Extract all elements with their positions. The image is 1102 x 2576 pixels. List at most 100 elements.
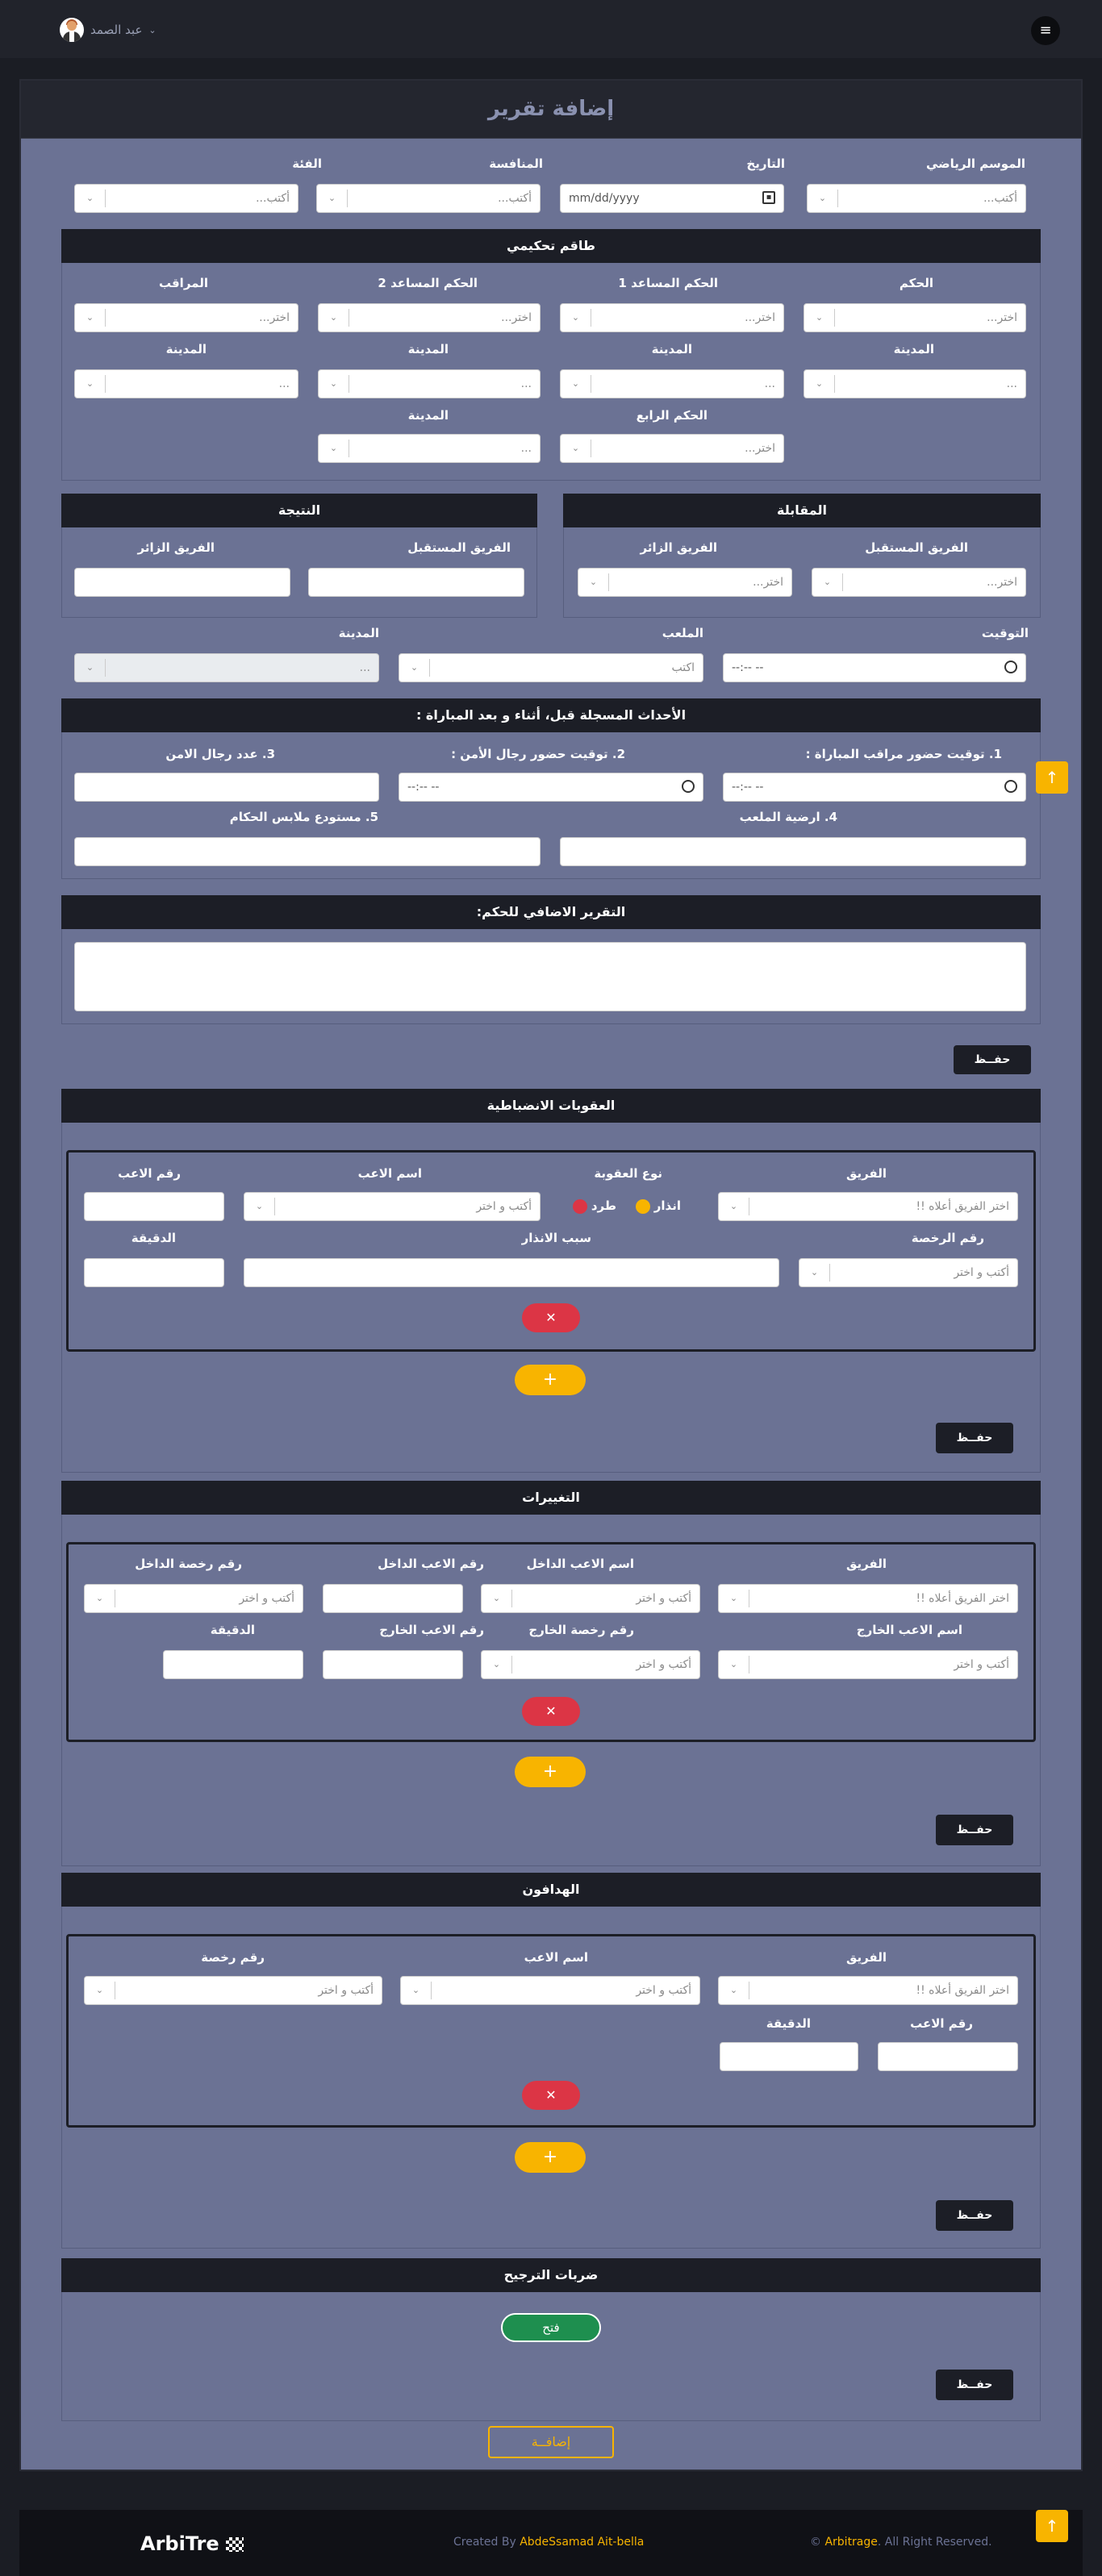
match-title: المقابلة <box>563 494 1041 527</box>
match-away-label: الفريق الزائر <box>640 540 718 555</box>
scroll-top-button[interactable]: ↑ <box>1036 761 1068 794</box>
scorer-player-name-label: اسم الاعب <box>524 1950 588 1965</box>
fourth-referee-select[interactable]: ⌄ اختر... <box>560 434 784 463</box>
user-menu[interactable]: ⌄ عبد الصمد <box>60 18 157 42</box>
fourth-city-select[interactable]: ⌄... <box>318 434 541 463</box>
save-button[interactable]: حفــظ <box>954 1045 1031 1074</box>
competition-label: المنافسة <box>489 156 543 171</box>
sub-minute-input[interactable] <box>163 1650 303 1679</box>
discipline-minute-input[interactable] <box>84 1258 224 1287</box>
chevron-down-icon: ⌄ <box>808 190 838 207</box>
discipline-reason-input[interactable] <box>244 1258 779 1287</box>
add-discipline-button[interactable]: + <box>515 1365 586 1395</box>
category-select[interactable]: ⌄ أكتب... <box>74 184 298 213</box>
open-penalties-button[interactable]: فتح <box>501 2313 601 2342</box>
remove-sub-button[interactable]: ✕ <box>522 1697 580 1726</box>
chevron-down-icon: ⌄ <box>719 1198 749 1215</box>
add-scorer-button[interactable]: + <box>515 2142 586 2173</box>
scorer-player-num-input[interactable] <box>878 2042 1018 2071</box>
referee-select[interactable]: ⌄ اختر... <box>804 303 1026 332</box>
remove-scorer-button[interactable]: ✕ <box>522 2081 580 2110</box>
season-select[interactable]: ⌄ أكتب... <box>807 184 1026 213</box>
sub-in-name-select[interactable]: ⌄ أكتب و اختر <box>481 1584 700 1613</box>
fourth-referee-label: الحكم الرابع <box>636 408 708 423</box>
observer-city-label: المدينة <box>165 342 207 356</box>
assistant2-city-select[interactable]: ⌄... <box>318 369 541 398</box>
locker-room-input[interactable] <box>74 837 541 866</box>
chevron-down-icon: ⌄ <box>75 659 106 677</box>
penalties-title: ضربات الترجيح <box>61 2258 1041 2292</box>
checkered-flag-icon <box>226 2537 244 2552</box>
result-away-input[interactable] <box>74 568 290 597</box>
result-home-input[interactable] <box>308 568 524 597</box>
page-title: إضافة تقرير <box>487 97 615 121</box>
observer-city-select[interactable]: ⌄... <box>74 369 298 398</box>
security-arrival-input[interactable]: --:-- -- <box>399 773 703 802</box>
discipline-player-name-select[interactable]: ⌄ أكتب و اختر <box>244 1192 541 1221</box>
observer-select[interactable]: ⌄ اختر... <box>74 303 298 332</box>
competition-select[interactable]: ⌄ أكتب... <box>316 184 541 213</box>
chevron-down-icon: ⌄ <box>578 573 609 591</box>
sub-out-name-select[interactable]: ⌄ أكتب و اختر <box>718 1650 1018 1679</box>
sub-out-num-label: رقم الاعب الخارج <box>379 1623 484 1637</box>
scorer-minute-input[interactable] <box>720 2042 858 2071</box>
match-away-select[interactable]: ⌄ اختر... <box>578 568 792 597</box>
site-link[interactable]: Arbitrage <box>824 2536 877 2549</box>
save-subs-button[interactable]: حفــظ <box>936 1815 1013 1845</box>
assistant1-select[interactable]: ⌄ اختر... <box>560 303 784 332</box>
chevron-down-icon: ⌄ <box>319 375 349 393</box>
add-sub-button[interactable]: + <box>515 1757 586 1787</box>
observer-arrival-label: 1. توقيت حضور مراقب المباراة : <box>805 747 1002 761</box>
avatar <box>60 18 84 42</box>
sanction-expel-option[interactable]: طرد <box>572 1198 616 1214</box>
chevron-down-icon: ⌄ <box>75 309 106 327</box>
author-link[interactable]: AbdeSsamad Ait-bella <box>520 2536 644 2549</box>
remove-discipline-button[interactable]: ✕ <box>522 1303 580 1332</box>
add-report-button[interactable]: إضافــة <box>488 2426 614 2458</box>
date-input[interactable]: mm/dd/yyyy ▪ <box>560 184 784 213</box>
scorer-minute-label: الدقيقة <box>766 2016 811 2031</box>
time-input[interactable]: --:-- -- <box>723 653 1026 682</box>
sub-in-num-input[interactable] <box>323 1584 463 1613</box>
referee-city-select[interactable]: ⌄... <box>804 369 1026 398</box>
chevron-down-icon: ⌄ <box>85 1590 115 1607</box>
venue-city-select[interactable]: ⌄... <box>74 653 379 682</box>
assistant1-city-select[interactable]: ⌄... <box>560 369 784 398</box>
venue-city-label: المدينة <box>338 626 379 640</box>
scorer-team-select[interactable]: ⌄ اختر الفريق أعلاه !! <box>718 1976 1018 2005</box>
stadium-select[interactable]: ⌄ اكتب <box>399 653 703 682</box>
stadium-label: الملعب <box>662 626 703 640</box>
footer-credit: Created By AbdeSsamad Ait-bella <box>453 2536 645 2549</box>
observer-arrival-input[interactable]: --:-- -- <box>723 773 1026 802</box>
subs-title: التغييرات <box>61 1481 1041 1515</box>
pitch-condition-input[interactable] <box>560 837 1026 866</box>
chevron-down-icon: ⌄ <box>799 1264 830 1282</box>
save-scorers-button[interactable]: حفــظ <box>936 2200 1013 2231</box>
scorer-license-select[interactable]: ⌄ أكتب و اختر <box>84 1976 382 2005</box>
save-penalties-button[interactable]: حفــظ <box>936 2370 1013 2400</box>
sub-in-license-label: رقم رخصة الداخل <box>135 1557 242 1571</box>
menu-icon[interactable]: ≡ <box>1031 16 1060 45</box>
discipline-player-num-input[interactable] <box>84 1192 224 1221</box>
scorer-player-name-select[interactable]: ⌄ أكتب و اختر <box>400 1976 700 2005</box>
sub-out-license-select[interactable]: ⌄ أكتب و اختر <box>481 1650 700 1679</box>
footer-scroll-top-button[interactable]: ↑ <box>1036 2510 1068 2542</box>
extra-report-textarea[interactable] <box>74 942 1026 1011</box>
subs-team-select[interactable]: ⌄ اختر الفريق أعلاه !! <box>718 1584 1018 1613</box>
scorer-team-label: الفريق <box>845 1950 887 1965</box>
match-home-select[interactable]: ⌄ اختر... <box>812 568 1026 597</box>
sanction-warning-option[interactable]: انذار <box>635 1198 681 1214</box>
security-count-input[interactable] <box>74 773 379 802</box>
save-discipline-button[interactable]: حفــظ <box>936 1423 1013 1453</box>
clock-icon <box>1004 780 1017 793</box>
radio-expel-icon[interactable] <box>572 1198 587 1214</box>
top-navbar: ≡ ⌄ عبد الصمد <box>0 0 1102 58</box>
sub-in-num-label: رقم الاعب الداخل <box>378 1557 484 1571</box>
radio-warning-icon[interactable] <box>635 1198 650 1214</box>
category-label: الفئة <box>292 156 322 171</box>
discipline-team-select[interactable]: ⌄ اختر الفريق أعلاه !! <box>718 1192 1018 1221</box>
discipline-license-select[interactable]: ⌄ أكتب و اختر <box>799 1258 1018 1287</box>
sub-out-num-input[interactable] <box>323 1650 463 1679</box>
sub-in-license-select[interactable]: ⌄ أكتب و اختر <box>84 1584 303 1613</box>
assistant2-select[interactable]: ⌄ اختر... <box>318 303 541 332</box>
